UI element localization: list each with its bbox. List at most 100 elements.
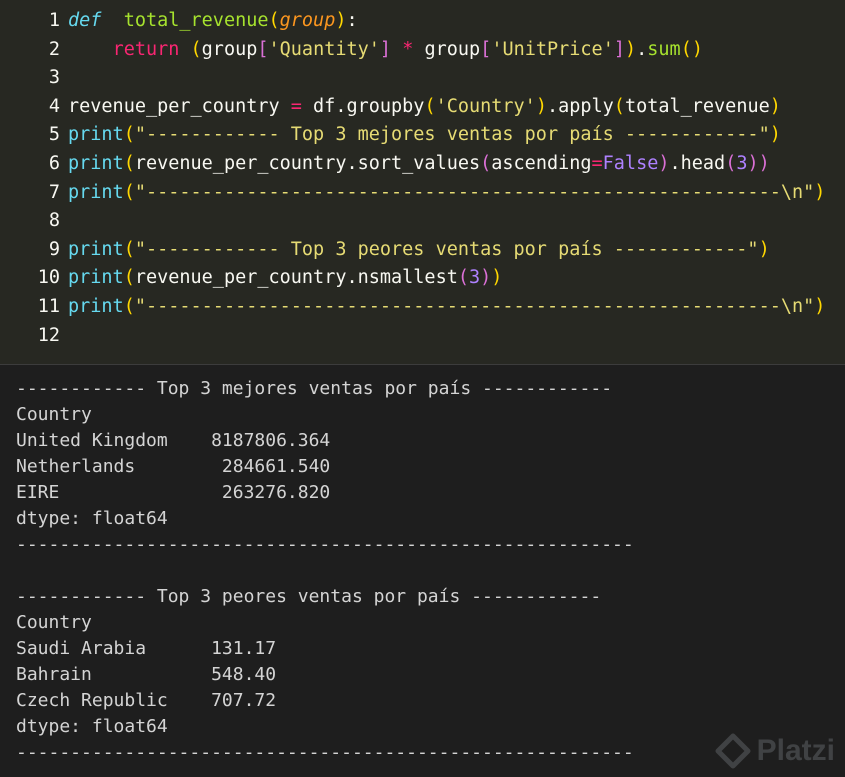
code-token: * xyxy=(402,38,414,60)
watermark: Platzi xyxy=(715,733,835,769)
code-token: print xyxy=(68,153,124,174)
code-token: 3 xyxy=(469,267,481,289)
code-token: ( xyxy=(123,267,135,289)
code-token: ] xyxy=(613,38,625,60)
line-number: 8 xyxy=(48,210,60,232)
line-number: 1 xyxy=(48,10,60,31)
output-line: ----------------------------------------… xyxy=(16,742,634,763)
output-line: Czech Republic 707.72 xyxy=(16,690,277,711)
line-number: 11 xyxy=(37,296,60,317)
code-line[interactable]: 8 xyxy=(0,207,845,235)
code-token: total_revenue xyxy=(624,95,770,117)
line-number: 12 xyxy=(37,324,60,346)
code-token: ( xyxy=(457,267,469,289)
output-line: ------------ Top 3 mejores ventas por pa… xyxy=(16,378,613,399)
code-token: group xyxy=(424,38,481,60)
code-token: ( xyxy=(123,238,135,260)
code-line[interactable]: 11 print("-------------------------------… xyxy=(0,293,845,321)
code-token: 'UnitPrice' xyxy=(491,38,614,60)
code-token: ( xyxy=(123,181,135,203)
code-token: print xyxy=(68,124,124,146)
code-token: ( xyxy=(123,124,135,146)
code-token: 'Quantity' xyxy=(268,38,380,60)
code-token: 3 xyxy=(736,153,748,174)
code-token: .head xyxy=(669,153,726,174)
code-token: revenue_per_country.nsmallest xyxy=(134,267,458,289)
code-token: def xyxy=(68,10,102,31)
code-token: df.groupby xyxy=(301,95,425,117)
code-token: ( xyxy=(613,95,625,117)
code-token: 'Country' xyxy=(435,95,536,117)
output-line: Country xyxy=(16,612,92,633)
code-text: print(revenue_per_country.sort_values(as… xyxy=(68,150,770,178)
code-token: print xyxy=(68,181,124,203)
code-token: ) xyxy=(769,95,781,117)
code-token: revenue_per_country xyxy=(68,95,291,117)
code-token: ) xyxy=(758,238,770,260)
code-token: ) xyxy=(814,181,826,203)
code-token: "------------ Top 3 peores ventas por pa… xyxy=(134,238,759,260)
code-token: [ xyxy=(257,38,269,60)
code-text: return (group['Quantity'] * group['UnitP… xyxy=(68,36,703,64)
watermark-text: Platzi xyxy=(756,734,835,767)
output-line: EIRE 263276.820 xyxy=(16,482,331,503)
code-text: print("------------ Top 3 mejores ventas… xyxy=(68,121,781,149)
line-number: 9 xyxy=(48,238,60,260)
code-line[interactable]: 1 def total_revenue(group): xyxy=(0,7,845,35)
code-line[interactable]: 10 print(revenue_per_country.nsmallest(3)… xyxy=(0,264,845,292)
code-token: print xyxy=(68,267,124,289)
line-number: 2 xyxy=(48,38,60,60)
code-token: () xyxy=(680,38,703,60)
code-token: sum xyxy=(647,38,681,60)
code-token: )) xyxy=(747,153,770,174)
output-line: dtype: float64 xyxy=(16,508,168,529)
code-token: ) xyxy=(769,124,781,146)
code-token: ) xyxy=(335,10,347,31)
line-number: 3 xyxy=(48,67,60,89)
output-line: dtype: float64 xyxy=(16,716,168,737)
code-text: print(revenue_per_country.nsmallest(3)) xyxy=(68,264,502,292)
code-token: revenue_per_country.sort_values xyxy=(134,153,481,174)
code-token: ( xyxy=(480,153,492,174)
code-token: ) xyxy=(491,267,503,289)
code-line[interactable]: 2 return (group['Quantity'] * group['Uni… xyxy=(0,36,845,64)
code-line[interactable]: 6 print(revenue_per_country.sort_values(a… xyxy=(0,150,845,178)
code-line[interactable]: 12 xyxy=(0,322,845,350)
code-line[interactable]: 3 xyxy=(0,64,845,92)
code-editor[interactable]: 1 def total_revenue(group): 2 return (grou… xyxy=(0,0,845,364)
code-token: .apply xyxy=(546,95,614,117)
code-line[interactable]: 7 print("--------------------------------… xyxy=(0,179,845,207)
code-token: ( xyxy=(190,38,202,60)
code-token: . xyxy=(636,38,648,60)
code-token: ( xyxy=(725,153,737,174)
code-token: ( xyxy=(123,296,135,317)
code-token: ) xyxy=(658,153,670,174)
code-token: ) xyxy=(480,267,492,289)
code-token: ( xyxy=(123,153,135,174)
code-text: revenue_per_country = df.groupby('Countr… xyxy=(68,93,781,121)
output-console: ------------ Top 3 mejores ventas por pa… xyxy=(0,365,845,777)
code-token: print xyxy=(68,238,124,260)
line-number: 5 xyxy=(48,124,60,146)
code-token: ( xyxy=(268,10,280,31)
output-line: ------------ Top 3 peores ventas por paí… xyxy=(16,586,602,607)
code-token: group xyxy=(201,38,258,60)
output-line: Netherlands 284661.540 xyxy=(16,456,331,477)
platzi-logo-icon xyxy=(715,733,751,769)
code-token: = xyxy=(591,153,603,174)
code-token: ascending xyxy=(491,153,592,174)
code-token: ) xyxy=(535,95,547,117)
line-number: 4 xyxy=(48,95,60,117)
output-line: Country xyxy=(16,404,92,425)
code-token: "---------------------------------------… xyxy=(134,181,815,203)
code-line[interactable]: 4 revenue_per_country = df.groupby('Count… xyxy=(0,93,845,121)
code-line[interactable]: 5 print("------------ Top 3 mejores venta… xyxy=(0,121,845,149)
code-token: print xyxy=(68,296,124,317)
code-token: ] xyxy=(379,38,392,60)
code-text: print("------------ Top 3 peores ventas … xyxy=(68,236,770,264)
code-line[interactable]: 9 print("------------ Top 3 peores ventas… xyxy=(0,236,845,264)
code-token: "------------ Top 3 mejores ventas por p… xyxy=(134,124,770,146)
